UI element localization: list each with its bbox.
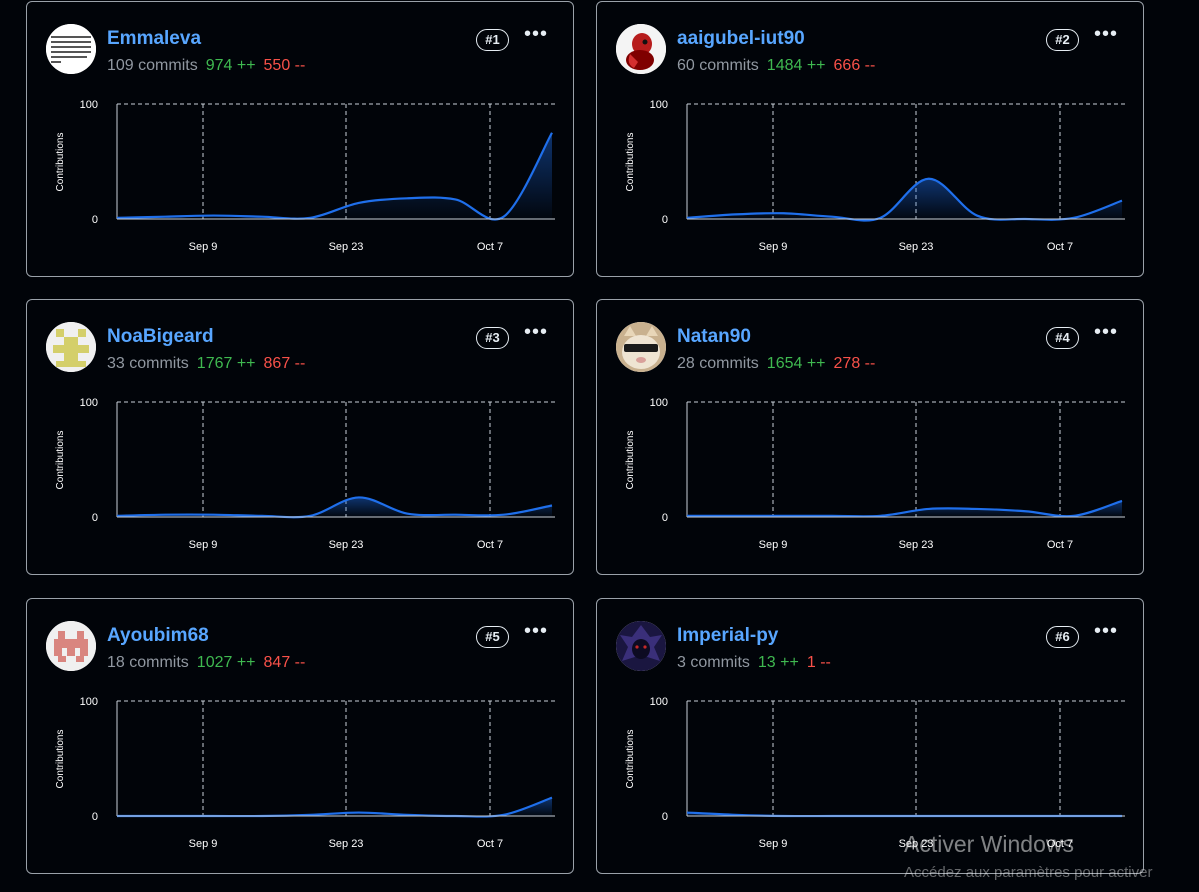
red-figure-avatar-icon[interactable] xyxy=(616,24,666,74)
contributor-stats: 3 commits 13 ++ 1 -- xyxy=(677,654,831,672)
x-tick-label: Sep 23 xyxy=(329,241,364,253)
y-axis-label: Contributions xyxy=(625,730,636,789)
additions-count: 13 ++ xyxy=(757,654,799,671)
x-tick-label: Oct 7 xyxy=(477,539,503,551)
x-tick-label: Sep 9 xyxy=(189,241,218,253)
contributions-chart: 0 100 Contributions Sep 9 Sep 23 Oct 7 xyxy=(625,397,1125,551)
y-axis-label: Contributions xyxy=(55,730,66,789)
rank-badge: #2 xyxy=(1046,29,1079,51)
yellow-identicon-avatar-icon[interactable] xyxy=(46,322,96,372)
y-tick-label: 0 xyxy=(662,214,668,226)
additions-count: 1767 ++ xyxy=(196,355,256,372)
commits-count[interactable]: 60 commits xyxy=(677,57,759,74)
additions-count: 1654 ++ xyxy=(766,355,826,372)
contributions-chart: 0 100 Contributions Sep 9 Sep 23 Oct 7 xyxy=(55,696,555,850)
rank-badge: #6 xyxy=(1046,626,1079,648)
deletions-count: 550 -- xyxy=(263,57,306,74)
y-tick-label: 0 xyxy=(92,512,98,524)
commits-count[interactable]: 18 commits xyxy=(107,654,189,671)
rank-badge: #1 xyxy=(476,29,509,51)
commits-count[interactable]: 3 commits xyxy=(677,654,750,671)
deletions-count: 278 -- xyxy=(833,355,876,372)
contributor-name-link[interactable]: Imperial-py xyxy=(677,625,778,647)
cat-sunglasses-avatar-icon[interactable] xyxy=(616,322,666,372)
rank-badge: #4 xyxy=(1046,327,1079,349)
rank-badge: #5 xyxy=(476,626,509,648)
y-tick-label: 100 xyxy=(650,99,668,111)
contributor-card: NoaBigeard 33 commits 1767 ++ 867 -- #3 ••… xyxy=(26,299,574,575)
x-tick-label: Oct 7 xyxy=(1047,539,1073,551)
y-tick-label: 100 xyxy=(80,99,98,111)
contributor-stats: 60 commits 1484 ++ 666 -- xyxy=(677,57,875,75)
windows-activation-watermark: Activer Windows xyxy=(904,831,1074,857)
contributor-name-link[interactable]: aaigubel-iut90 xyxy=(677,28,805,50)
y-axis-label: Contributions xyxy=(55,133,66,192)
x-tick-label: Sep 9 xyxy=(189,838,218,850)
commits-count[interactable]: 109 commits xyxy=(107,57,198,74)
y-tick-label: 0 xyxy=(662,811,668,823)
y-tick-label: 100 xyxy=(80,696,98,708)
contributor-card: Natan90 28 commits 1654 ++ 278 -- #4 ••• 0… xyxy=(596,299,1144,575)
rank-badge: #3 xyxy=(476,327,509,349)
contributor-name-link[interactable]: Emmaleva xyxy=(107,28,201,50)
contributor-stats: 28 commits 1654 ++ 278 -- xyxy=(677,355,875,373)
commits-count[interactable]: 28 commits xyxy=(677,355,759,372)
x-tick-label: Sep 9 xyxy=(189,539,218,551)
x-tick-label: Sep 23 xyxy=(329,539,364,551)
contributor-name-link[interactable]: Ayoubim68 xyxy=(107,625,209,647)
y-axis-label: Contributions xyxy=(625,431,636,490)
y-tick-label: 0 xyxy=(92,811,98,823)
deletions-count: 847 -- xyxy=(263,654,306,671)
contributor-card: aaigubel-iut90 60 commits 1484 ++ 666 -- #… xyxy=(596,1,1144,277)
x-tick-label: Sep 23 xyxy=(899,539,934,551)
y-tick-label: 100 xyxy=(80,397,98,409)
deletions-count: 666 -- xyxy=(833,57,876,74)
series-line xyxy=(117,796,553,818)
series-line xyxy=(116,132,553,221)
y-tick-label: 0 xyxy=(92,214,98,226)
contributions-chart: 0 100 Contributions Sep 9 Sep 23 Oct 7 xyxy=(625,99,1125,253)
y-tick-label: 100 xyxy=(650,397,668,409)
x-tick-label: Sep 23 xyxy=(329,838,364,850)
y-axis-label: Contributions xyxy=(55,431,66,490)
contributions-chart: 0 100 Contributions Sep 9 Sep 23 Oct 7 xyxy=(55,397,555,551)
contributor-name-link[interactable]: Natan90 xyxy=(677,326,751,348)
windows-activation-hint: Accédez aux paramètres pour activer xyxy=(904,864,1153,881)
more-options-icon[interactable]: ••• xyxy=(1093,24,1119,50)
contributions-chart: 0 100 Contributions Sep 9 Sep 23 Oct 7 xyxy=(55,99,555,253)
y-tick-label: 100 xyxy=(650,696,668,708)
more-options-icon[interactable]: ••• xyxy=(1093,322,1119,348)
x-tick-label: Oct 7 xyxy=(1047,241,1073,253)
x-tick-label: Oct 7 xyxy=(477,838,503,850)
contributor-stats: 18 commits 1027 ++ 847 -- xyxy=(107,654,305,672)
additions-count: 1484 ++ xyxy=(766,57,826,74)
y-tick-label: 0 xyxy=(662,512,668,524)
contributor-stats: 109 commits 974 ++ 550 -- xyxy=(107,57,305,75)
additions-count: 974 ++ xyxy=(205,57,256,74)
contributor-card: Ayoubim68 18 commits 1027 ++ 847 -- #5 •••… xyxy=(26,598,574,874)
more-options-icon[interactable]: ••• xyxy=(1093,621,1119,647)
dark-character-avatar-icon[interactable] xyxy=(616,621,666,671)
text-grid-avatar-icon[interactable] xyxy=(46,24,96,74)
contributor-stats: 33 commits 1767 ++ 867 -- xyxy=(107,355,305,373)
more-options-icon[interactable]: ••• xyxy=(523,24,549,50)
y-axis-label: Contributions xyxy=(625,133,636,192)
x-tick-label: Oct 7 xyxy=(477,241,503,253)
more-options-icon[interactable]: ••• xyxy=(523,621,549,647)
contributor-name-link[interactable]: NoaBigeard xyxy=(107,326,214,348)
additions-count: 1027 ++ xyxy=(196,654,256,671)
deletions-count: 1 -- xyxy=(806,654,831,671)
x-tick-label: Sep 9 xyxy=(759,838,788,850)
contributor-card: Emmaleva 109 commits 974 ++ 550 -- #1 ••• … xyxy=(26,1,574,277)
deletions-count: 867 -- xyxy=(263,355,306,372)
more-options-icon[interactable]: ••• xyxy=(523,322,549,348)
x-tick-label: Sep 9 xyxy=(759,539,788,551)
commits-count[interactable]: 33 commits xyxy=(107,355,189,372)
pink-identicon-avatar-icon[interactable] xyxy=(46,621,96,671)
x-tick-label: Sep 9 xyxy=(759,241,788,253)
series-area xyxy=(117,132,552,220)
x-tick-label: Sep 23 xyxy=(899,241,934,253)
